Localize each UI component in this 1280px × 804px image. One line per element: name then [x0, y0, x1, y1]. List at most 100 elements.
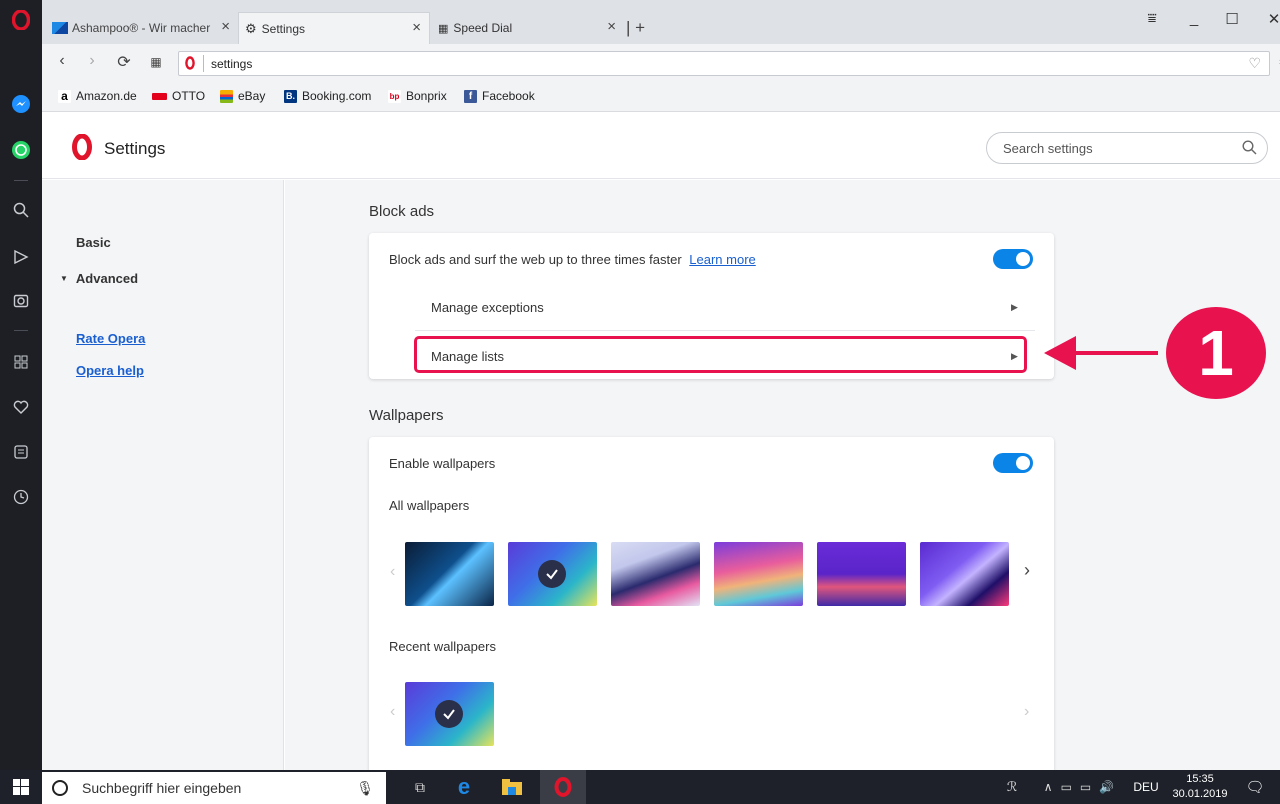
- bookmark-heart-icon[interactable]: ♡: [1248, 55, 1261, 72]
- whatsapp-icon[interactable]: [9, 138, 33, 162]
- language-indicator[interactable]: DEU: [1128, 770, 1164, 804]
- bookmark-label: OTTO: [172, 89, 206, 103]
- history-icon[interactable]: [9, 485, 33, 509]
- nav-advanced[interactable]: ▼ Advanced: [60, 271, 138, 286]
- reload-icon[interactable]: ⟳: [114, 52, 134, 72]
- bonprix-icon: bp: [388, 89, 401, 103]
- network-icon[interactable]: ▭: [1061, 780, 1072, 794]
- people-icon[interactable]: ℛ: [1000, 770, 1024, 804]
- bookmark-booking[interactable]: B. Booking.com: [284, 89, 371, 103]
- tab-speed-dial[interactable]: ▦ Speed Dial ×: [432, 12, 624, 44]
- back-icon[interactable]: ‹: [52, 52, 72, 70]
- wallpaper-purple[interactable]: [817, 542, 906, 606]
- wallpaper-selected[interactable]: [508, 542, 597, 606]
- camera-icon[interactable]: [9, 288, 33, 312]
- minimize-icon[interactable]: _: [1182, 10, 1206, 27]
- recent-scroll-left-icon[interactable]: ‹: [390, 703, 395, 721]
- block-ads-title: Block ads: [369, 203, 435, 220]
- address-field[interactable]: settings ♡: [178, 51, 1270, 76]
- tab-ashampoo[interactable]: Ashampoo® - Wir macher ×: [46, 12, 238, 44]
- learn-more-link[interactable]: Learn more: [689, 252, 755, 267]
- forward-icon[interactable]: ›: [82, 52, 102, 70]
- bookmark-amazon[interactable]: a Amazon.de: [58, 89, 137, 103]
- heart-icon[interactable]: [9, 395, 33, 419]
- otto-icon: [152, 92, 167, 100]
- speed-dial-icon[interactable]: [9, 350, 33, 374]
- volume-icon[interactable]: 🔊: [1099, 780, 1114, 794]
- recent-wallpapers-label: Recent wallpapers: [389, 639, 496, 654]
- search-icon[interactable]: [9, 198, 33, 222]
- highlight-box: [414, 336, 1027, 373]
- tray-up-icon[interactable]: ∧: [1044, 780, 1053, 794]
- microphone-icon[interactable]: 🎙: [356, 780, 374, 797]
- news-icon[interactable]: [9, 440, 33, 464]
- windows-taskbar: Suchbegriff hier eingeben 🎙 ⧉ e ℛ ∧ ▭ ▭ …: [0, 770, 1280, 804]
- page-title: Settings: [104, 139, 166, 158]
- search-icon: [1242, 140, 1257, 160]
- recent-wallpaper[interactable]: [405, 682, 494, 746]
- task-view-icon[interactable]: ⧉: [400, 770, 440, 804]
- taskbar-search-box[interactable]: Suchbegriff hier eingeben 🎙: [42, 772, 386, 804]
- block-ads-text: Block ads and surf the web up to three t…: [389, 252, 682, 267]
- all-wallpapers-label: All wallpapers: [389, 498, 470, 513]
- wallpapers-toggle[interactable]: [993, 453, 1033, 473]
- opera-sidebar: [0, 0, 42, 770]
- tab-menu-icon[interactable]: ⩸: [1140, 10, 1164, 27]
- new-tab-plus-icon[interactable]: | +: [626, 18, 645, 38]
- wallpaper-windows[interactable]: [405, 542, 494, 606]
- clock-time: 15:35: [1186, 773, 1214, 785]
- search-placeholder: Search settings: [1003, 141, 1093, 156]
- bookmark-ebay[interactable]: eBay: [220, 89, 265, 103]
- rate-opera-link[interactable]: Rate Opera: [76, 331, 145, 346]
- windows-start-icon[interactable]: [0, 770, 42, 804]
- system-tray-icons[interactable]: ∧ ▭ ▭ 🔊: [1034, 770, 1124, 804]
- search-settings-input[interactable]: Search settings: [986, 132, 1268, 164]
- enable-wallpapers-label: Enable wallpapers: [389, 456, 496, 471]
- annotation-arrow: [1044, 336, 1158, 370]
- chevron-right-icon: ▶: [1011, 302, 1018, 312]
- close-window-icon[interactable]: ✕: [1262, 10, 1280, 28]
- opera-taskbar-icon[interactable]: [540, 770, 586, 804]
- checkmark-icon: [538, 560, 566, 588]
- bookmark-otto[interactable]: OTTO: [152, 89, 205, 103]
- tab-settings[interactable]: ⚙ Settings ×: [238, 12, 430, 44]
- messenger-icon[interactable]: [9, 92, 33, 116]
- opera-menu-icon[interactable]: [9, 8, 33, 32]
- maximize-icon[interactable]: ☐: [1220, 10, 1244, 28]
- wallpaper-wave[interactable]: [611, 542, 700, 606]
- monitor-icon[interactable]: ▭: [1080, 780, 1091, 794]
- scroll-right-icon[interactable]: ›: [1024, 560, 1030, 581]
- opera-help-link[interactable]: Opera help: [76, 363, 144, 378]
- opera-url-icon: [185, 56, 195, 75]
- bookmark-label: Booking.com: [302, 89, 372, 103]
- speed-dial-grid-icon[interactable]: ▦: [146, 55, 166, 69]
- close-tab-icon[interactable]: ×: [607, 18, 616, 35]
- wallpaper-violet[interactable]: [920, 542, 1009, 606]
- block-ads-toggle[interactable]: [993, 249, 1033, 269]
- tab-label: Ashampoo® - Wir macher: [72, 21, 211, 35]
- nav-basic[interactable]: Basic: [76, 235, 111, 250]
- nav-advanced-label: Advanced: [75, 271, 139, 286]
- close-tab-icon[interactable]: ×: [412, 19, 421, 36]
- bookmark-bonprix[interactable]: bp Bonprix: [388, 89, 447, 103]
- scroll-left-icon[interactable]: ‹: [390, 563, 395, 581]
- checkmark-icon: [435, 700, 463, 728]
- notification-icon[interactable]: 🗨: [1240, 770, 1270, 804]
- manage-exceptions-row[interactable]: Manage exceptions: [431, 300, 544, 315]
- wallpaper-gradient[interactable]: [714, 542, 803, 606]
- opera-logo-icon: [72, 133, 92, 165]
- file-explorer-icon[interactable]: [492, 770, 532, 804]
- edge-icon[interactable]: e: [444, 770, 484, 804]
- annotation-number: 1: [1198, 317, 1234, 389]
- clock[interactable]: 15:35 30.01.2019: [1168, 772, 1232, 804]
- close-tab-icon[interactable]: ×: [221, 18, 230, 35]
- bookmark-facebook[interactable]: f Facebook: [464, 89, 535, 103]
- gear-icon: ⚙: [245, 20, 257, 36]
- send-icon[interactable]: [9, 245, 33, 269]
- download-icon[interactable]: ⤓: [1272, 52, 1280, 67]
- settings-nav: Basic ▼ Advanced Rate Opera Opera help: [42, 180, 284, 770]
- ebay-icon: [220, 89, 233, 103]
- bookmark-label: eBay: [238, 89, 266, 103]
- recent-scroll-right-icon[interactable]: ›: [1024, 703, 1029, 721]
- tab-label: Settings: [261, 21, 306, 36]
